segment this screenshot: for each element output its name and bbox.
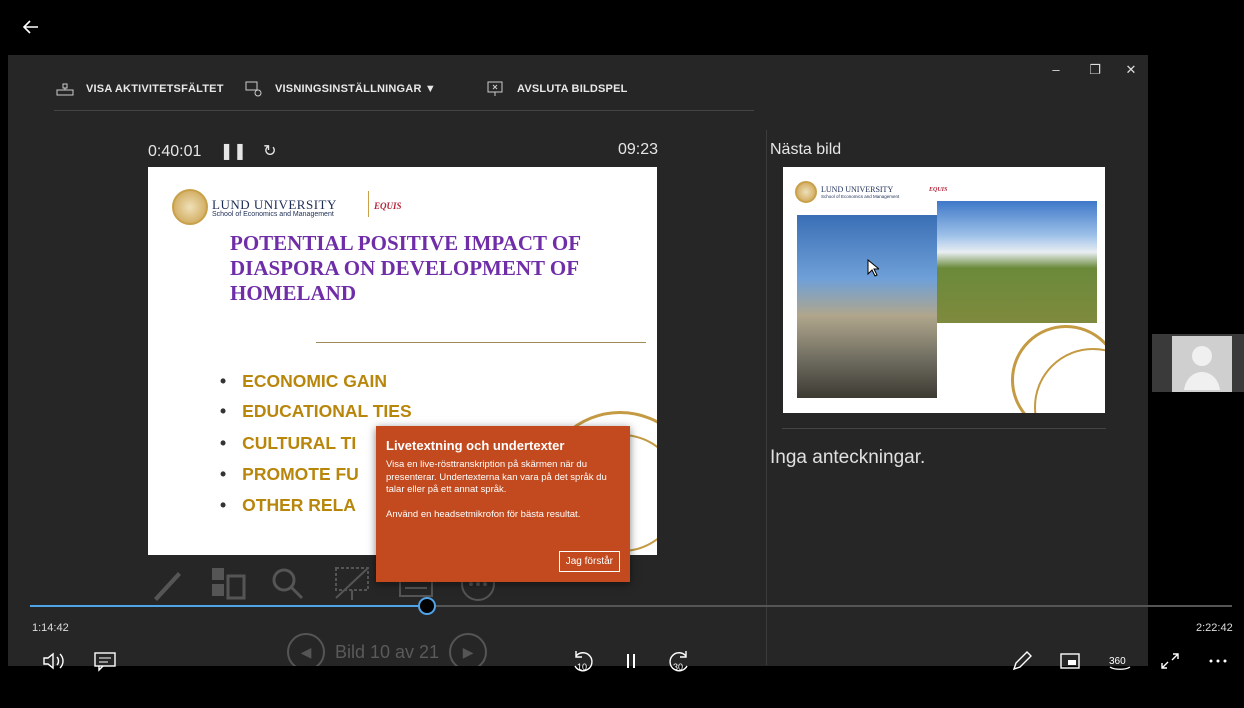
elapsed-time: 1:14:42 bbox=[32, 622, 69, 634]
bullet-item: • ECONOMIC GAIN bbox=[220, 371, 388, 391]
see-all-slides-icon[interactable] bbox=[208, 564, 248, 604]
more-options-icon[interactable] bbox=[1204, 648, 1232, 674]
school-name: School of Economics and Management bbox=[821, 194, 900, 199]
skip-back-10-icon[interactable]: 10 bbox=[568, 648, 596, 674]
tooltip-body: Visa en live-rösttranskription på skärme… bbox=[386, 459, 607, 495]
bullet-item: • OTHER RELA bbox=[220, 495, 356, 515]
pane-divider bbox=[766, 130, 767, 665]
photo-mosque-courtyard bbox=[797, 215, 937, 398]
minimize-button[interactable]: – bbox=[1048, 62, 1064, 78]
speaker-notes: Inga anteckningar. bbox=[770, 447, 926, 468]
bullet-item: • EDUCATIONAL TIES bbox=[220, 401, 412, 421]
restore-button[interactable]: ❐ bbox=[1087, 62, 1103, 78]
got-it-button[interactable]: Jag förstår bbox=[558, 551, 620, 572]
cursor-icon bbox=[867, 259, 879, 277]
back-arrow-icon[interactable] bbox=[18, 14, 44, 40]
pen-tool-icon[interactable] bbox=[148, 564, 188, 604]
seek-progress bbox=[30, 605, 427, 607]
close-button[interactable]: ✕ bbox=[1123, 62, 1139, 78]
display-settings-button[interactable]: VISNINGSINSTÄLLNINGAR ▼ bbox=[245, 80, 436, 98]
toolbar-divider bbox=[54, 110, 754, 111]
exit-fullscreen-icon[interactable] bbox=[1156, 648, 1184, 674]
view-360-label: 360 bbox=[1109, 656, 1126, 667]
display-settings-icon bbox=[245, 81, 262, 97]
pause-button[interactable] bbox=[617, 648, 645, 674]
mini-view-icon[interactable] bbox=[1056, 648, 1084, 674]
equis-logo: EQUIS bbox=[929, 187, 948, 193]
participant-video-tile bbox=[1152, 334, 1244, 392]
slide-heading: POTENTIAL POSITIVE IMPACT OF DIASPORA ON… bbox=[230, 231, 581, 305]
lund-seal-watermark bbox=[1011, 325, 1105, 413]
logo-divider bbox=[368, 191, 369, 217]
restart-timer-icon[interactable]: ↻ bbox=[263, 143, 276, 160]
lund-seal-logo bbox=[172, 189, 208, 225]
next-slide-preview[interactable]: LUND UNIVERSITY School of Economics and … bbox=[783, 167, 1105, 413]
volume-icon[interactable] bbox=[40, 648, 68, 674]
end-slideshow-button[interactable]: AVSLUTA BILDSPEL bbox=[487, 80, 628, 98]
school-name: School of Economics and Management bbox=[212, 211, 334, 218]
edit-pencil-icon[interactable] bbox=[1008, 648, 1036, 674]
notes-divider bbox=[782, 428, 1106, 429]
display-settings-label: VISNINGSINSTÄLLNINGAR ▼ bbox=[275, 83, 436, 95]
skip-back-label: 10 bbox=[577, 662, 587, 672]
total-duration: 2:22:42 bbox=[1196, 622, 1233, 634]
bullet-item: • PROMOTE FU bbox=[220, 464, 359, 484]
captions-icon[interactable] bbox=[91, 648, 119, 674]
equis-logo: EQUIS bbox=[374, 201, 402, 211]
zoom-icon[interactable] bbox=[268, 564, 308, 604]
end-slideshow-label: AVSLUTA BILDSPEL bbox=[517, 83, 628, 95]
heading-rule bbox=[316, 342, 646, 343]
next-slide-label: Nästa bild bbox=[770, 141, 842, 158]
photo-mosque-field bbox=[937, 201, 1097, 323]
university-name: LUND UNIVERSITY bbox=[821, 185, 894, 194]
360-view-icon[interactable]: 360 bbox=[1106, 648, 1134, 674]
black-screen-icon[interactable] bbox=[332, 564, 372, 604]
bullet-item: • CULTURAL TI bbox=[220, 433, 357, 453]
live-captions-tooltip: Livetextning och undertexter Visa en liv… bbox=[376, 426, 630, 582]
slide-counter: Bild 10 av 21 bbox=[335, 641, 440, 662]
skip-forward-label: 30 bbox=[673, 662, 683, 672]
seek-handle[interactable] bbox=[417, 597, 436, 615]
lund-seal-logo bbox=[795, 181, 817, 203]
end-slideshow-icon bbox=[487, 81, 503, 96]
skip-forward-30-icon[interactable]: 30 bbox=[666, 648, 694, 674]
tooltip-hint: Använd en headsetmikrofon för bästa resu… bbox=[386, 508, 581, 520]
taskbar-icon bbox=[56, 83, 74, 96]
clock: 09:23 bbox=[618, 141, 659, 158]
show-taskbar-button[interactable]: VISA AKTIVITETSFÄLTET bbox=[56, 80, 224, 98]
slideshow-timer: 0:40:01 ❚❚ ↻ bbox=[148, 141, 277, 161]
show-taskbar-label: VISA AKTIVITETSFÄLTET bbox=[86, 83, 224, 95]
avatar-icon bbox=[1172, 336, 1232, 392]
tooltip-title: Livetextning och undertexter bbox=[386, 438, 565, 453]
timer-value: 0:40:01 bbox=[148, 143, 202, 160]
pause-timer-icon[interactable]: ❚❚ bbox=[220, 143, 247, 160]
